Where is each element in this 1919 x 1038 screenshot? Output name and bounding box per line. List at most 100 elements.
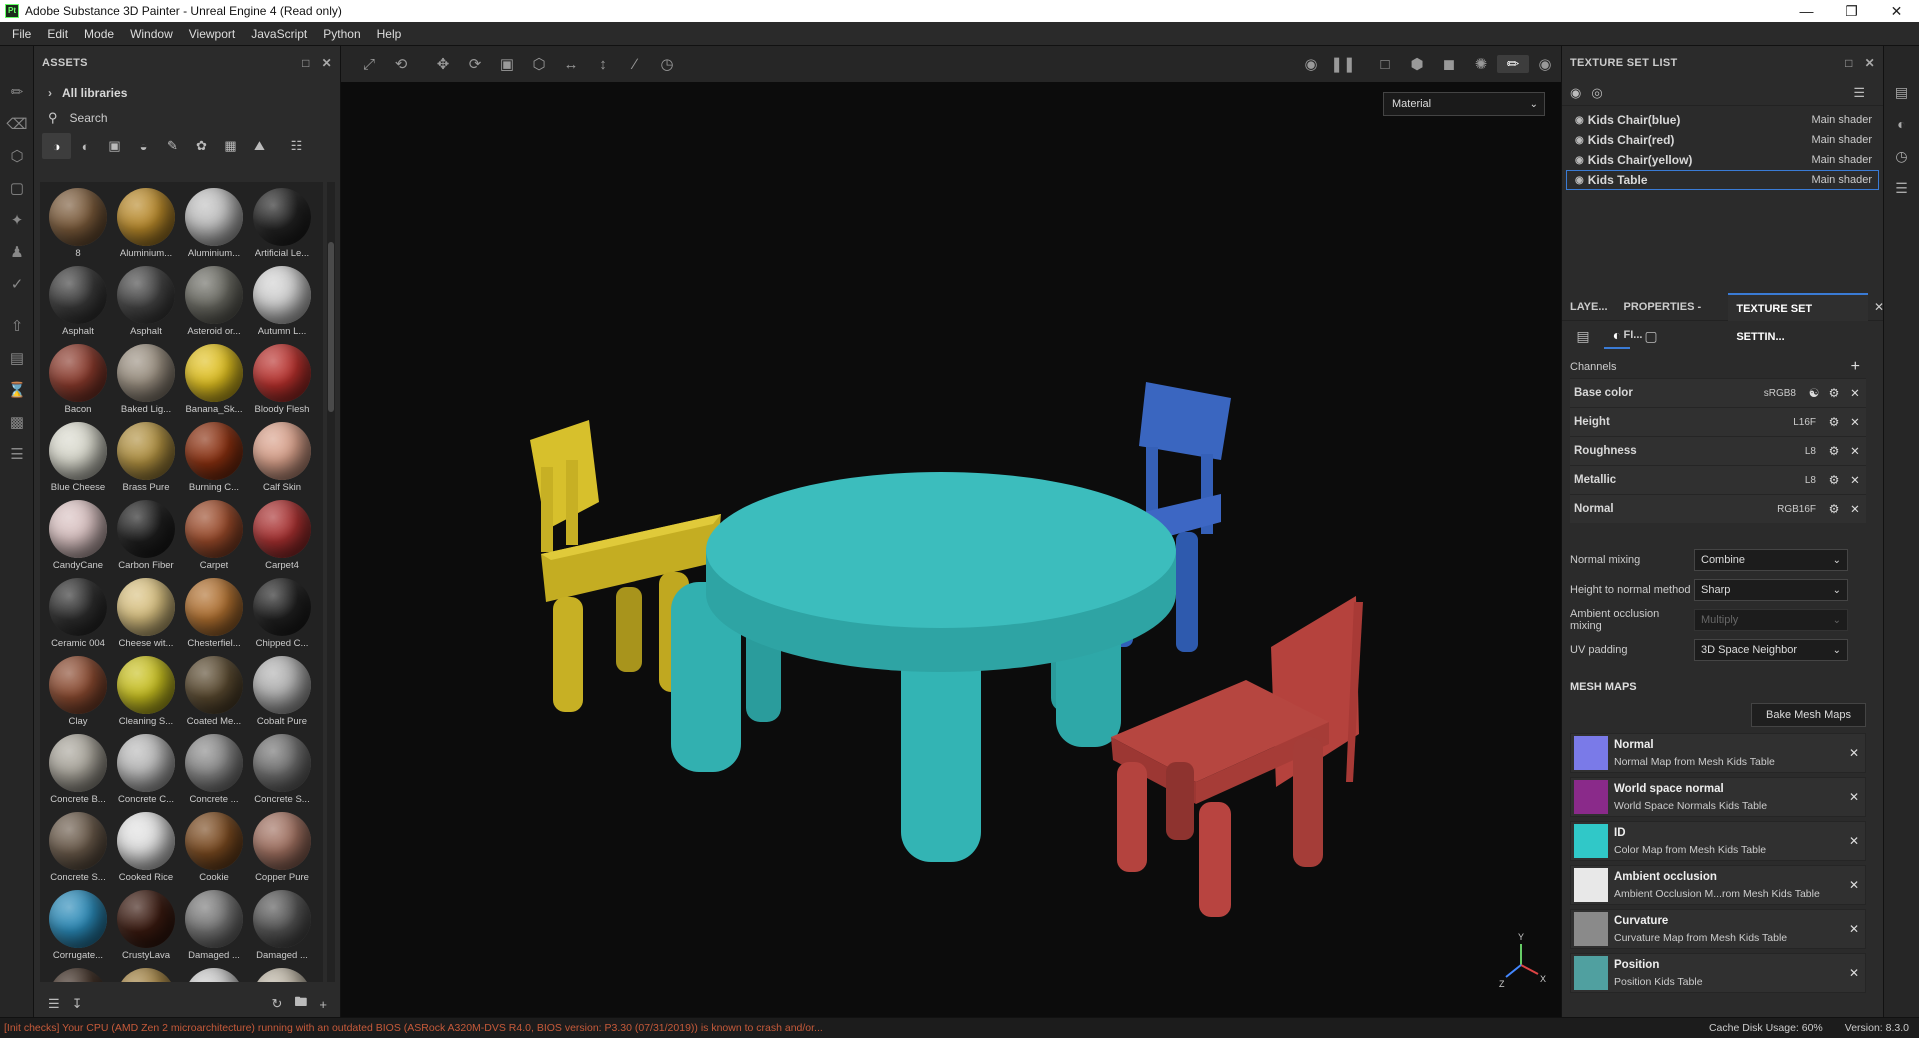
grid-view-icon[interactable]: ☷ [282,133,311,159]
texture-set-row[interactable]: ◉ Kids Chair(yellow) Main shader [1566,150,1879,170]
snap-icon[interactable]: ∕ [619,56,651,73]
channel-format[interactable]: RGB16F [1777,504,1816,515]
asset-tile[interactable] [248,966,316,982]
folder-icon[interactable]: 🖿 [294,993,307,1015]
asset-tile[interactable]: Cheese wit... [112,576,180,654]
texture-set-icon[interactable]: ▤ [1884,76,1919,108]
polygon-fill-icon[interactable]: ▢ [0,172,34,204]
materials-filter-icon[interactable]: ◑ [42,133,71,159]
show-all-icon[interactable]: ◎ [1591,85,1602,101]
tab-texture-set-settings[interactable]: TEXTURE SET SETTIN... [1728,292,1868,343]
render-icon[interactable]: ✺ [1465,55,1497,73]
normal-mixing-select[interactable]: Combine ⌄ [1694,549,1848,571]
asset-tile[interactable]: Cobalt Pure [248,654,316,732]
asset-tile[interactable]: Aluminium... [112,186,180,264]
asset-tile[interactable] [112,966,180,982]
asset-tile[interactable]: Copper Pure [248,810,316,888]
asset-tile[interactable]: Brass Pure [112,420,180,498]
eye-icon[interactable]: ◉ [1575,175,1584,186]
gear-icon[interactable]: ⚙ [1824,444,1844,458]
history-icon[interactable]: ◷ [651,55,683,73]
gear-icon[interactable]: ⚙ [1824,415,1844,429]
texture-set-row[interactable]: ◉ Kids Chair(blue) Main shader [1566,110,1879,130]
close-icon[interactable]: ✕ [322,56,332,70]
channel-format[interactable]: L8 [1805,446,1816,457]
minimize-icon[interactable]: — [1784,3,1829,19]
remove-icon[interactable]: ✕ [1844,473,1866,487]
asset-tile[interactable]: Coated Me... [180,654,248,732]
menu-javascript[interactable]: JavaScript [243,27,315,41]
asset-tile[interactable]: Corrugate... [44,888,112,966]
maximize-icon[interactable]: ❐ [1829,3,1874,20]
asset-tile[interactable]: Ceramic 004 [44,576,112,654]
hide-icon[interactable]: ◉ [1295,55,1327,73]
paint-mode-icon[interactable]: ✏ [1497,55,1529,73]
smart-materials-filter-icon[interactable]: ◐ [71,133,100,159]
remove-icon[interactable]: ✕ [1843,966,1865,980]
texture-set-row[interactable]: ◉ Kids Chair(red) Main shader [1566,130,1879,150]
mesh-map-row[interactable]: World space normal World Space Normals Ki… [1570,777,1866,817]
mesh-map-row[interactable]: Normal Normal Map from Mesh Kids Table ✕ [1570,733,1866,773]
pause-icon[interactable]: ❚❚ [1327,55,1359,73]
symmetry-icon[interactable]: ↔ [555,56,587,73]
eye-icon[interactable]: ◉ [1575,115,1584,126]
2d-view-icon[interactable]: □ [1369,56,1401,73]
asset-tile[interactable]: Damaged ... [248,888,316,966]
list-view-icon[interactable]: ☰ [48,996,60,1012]
material-settings-icon[interactable]: ◐ [1604,323,1630,349]
remove-icon[interactable]: ✕ [1843,834,1865,848]
screenshot-icon[interactable]: ◉ [1529,55,1561,73]
uv-transform-icon[interactable]: ⟲ [385,55,417,73]
tab-properties[interactable]: PROPERTIES - FI... [1616,293,1729,341]
channel-format[interactable]: L8 [1805,475,1816,486]
asset-tile[interactable]: Banana_Sk... [180,342,248,420]
eye-icon[interactable]: ◉ [1575,135,1584,146]
add-icon[interactable]: + [319,997,327,1012]
eye-icon[interactable]: ◉ [1575,155,1584,166]
asset-tile[interactable]: Burning C... [180,420,248,498]
channel-format[interactable]: sRGB8 [1764,388,1796,399]
asset-tile[interactable]: Carpet4 [248,498,316,576]
environments-filter-icon[interactable]: ⛰ [245,133,274,159]
channel-row[interactable]: Base color sRGB8 ☯ ⚙ ✕ [1570,378,1866,407]
remove-icon[interactable]: ✕ [1843,746,1865,760]
3d-viewport[interactable]: Material ⌄ Y Z X [341,82,1561,1017]
rotate-icon[interactable]: ⟳ [459,55,491,73]
asset-tile[interactable]: Aluminium... [180,186,248,264]
align-icon[interactable]: ↕ [587,56,619,73]
uv-settings-icon[interactable]: ▢ [1638,323,1664,349]
menu-window[interactable]: Window [122,27,181,41]
asset-tile[interactable]: Concrete C... [112,732,180,810]
log-icon[interactable]: ☰ [1884,172,1919,204]
mesh-map-row[interactable]: Position Position Kids Table ✕ [1570,953,1866,993]
scale-icon[interactable]: ▣ [491,55,523,73]
projection-icon[interactable]: ⬡ [0,140,34,172]
gear-icon[interactable]: ⚙ [1824,473,1844,487]
asset-tile[interactable]: Bloody Flesh [248,342,316,420]
asset-tile[interactable]: Artificial Le... [248,186,316,264]
menu-viewport[interactable]: Viewport [181,27,243,41]
shader-label[interactable]: Main shader [1811,154,1872,166]
libraries-selector[interactable]: › All libraries [34,80,340,106]
channel-row[interactable]: Roughness L8 ⚙ ✕ [1570,436,1866,465]
asset-tile[interactable]: Asphalt [112,264,180,342]
bake-mesh-maps-button[interactable]: Bake Mesh Maps [1751,703,1866,727]
shader-icon[interactable]: ◐ [1884,108,1919,140]
shader-label[interactable]: Main shader [1811,114,1872,126]
menu-mode[interactable]: Mode [76,27,122,41]
menu-edit[interactable]: Edit [39,27,76,41]
remove-icon[interactable]: ✕ [1843,922,1865,936]
texture-set-row-selected[interactable]: ◉ Kids Table Main shader [1566,170,1879,190]
uv-padding-select[interactable]: 3D Space Neighbor ⌄ [1694,639,1848,661]
learn-icon[interactable]: ☰ [0,438,34,470]
gear-icon[interactable]: ⚙ [1824,386,1844,400]
asset-tile[interactable]: Damaged ... [180,888,248,966]
scrollbar-thumb[interactable] [328,242,334,412]
paint-brush-icon[interactable]: ✏ [0,76,34,108]
clone-icon[interactable]: ♟ [0,236,34,268]
asset-tile[interactable]: Cookie [180,810,248,888]
channel-row[interactable]: Normal RGB16F ⚙ ✕ [1570,494,1866,523]
asset-tile[interactable]: Chesterfiel... [180,576,248,654]
asset-tile[interactable]: Cooked Rice [112,810,180,888]
camera-icon[interactable]: ◼ [1433,55,1465,73]
